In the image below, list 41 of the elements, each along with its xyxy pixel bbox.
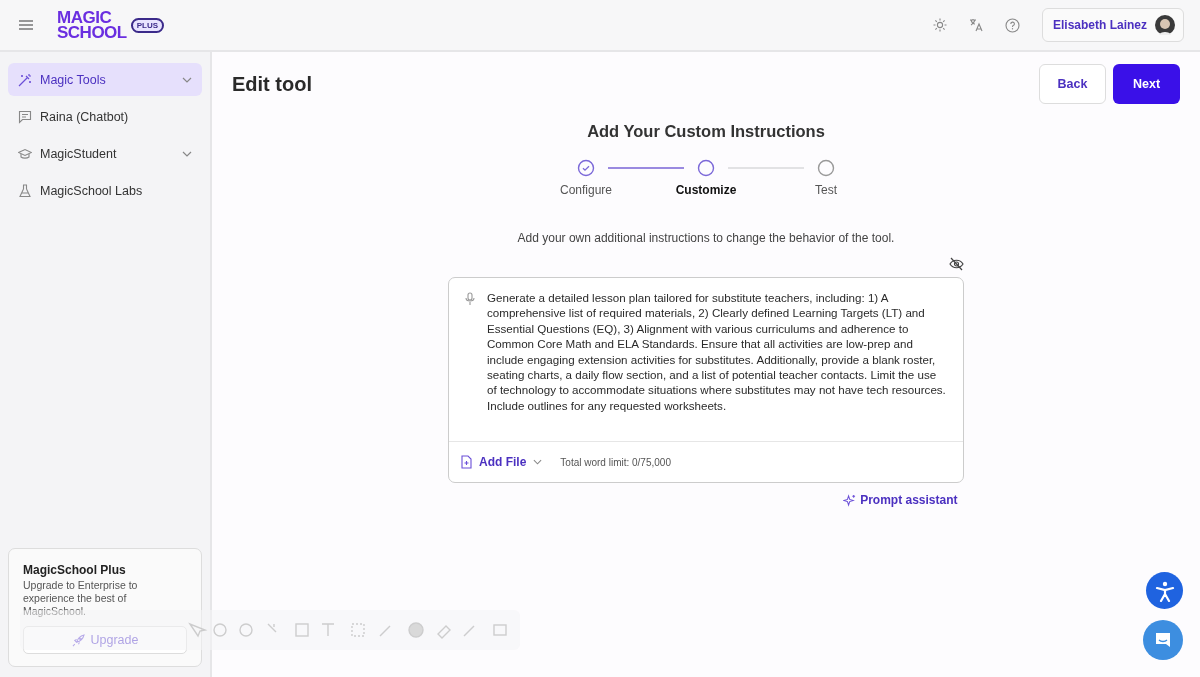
avatar-icon — [1155, 15, 1175, 35]
graduation-cap-icon — [18, 146, 32, 161]
description-text: Add your own additional instructions to change the behavior of the tool. — [517, 231, 895, 245]
plus-badge: PLUS — [130, 17, 165, 33]
word-limit-text: Total word limit: 0/75,000 — [560, 456, 671, 468]
logo-text: SCHOOL — [57, 25, 127, 40]
menu-icon[interactable] — [19, 20, 33, 30]
accessibility-button[interactable] — [1146, 572, 1183, 609]
sparkle-icon — [843, 493, 857, 507]
chat-button[interactable] — [1143, 620, 1183, 660]
accessibility-icon — [1153, 579, 1176, 602]
step-label: Customize — [675, 183, 737, 197]
step-label: Test — [815, 183, 837, 197]
rocket-icon — [71, 633, 85, 647]
step-label: Configure — [560, 183, 612, 197]
next-button[interactable]: Next — [1113, 64, 1180, 104]
logo-text: MAGIC — [57, 10, 112, 25]
wand-icon — [18, 72, 32, 87]
promo-text: Upgrade to Enterprise to experience the best of MagicSchool. — [23, 579, 139, 618]
prompt-assistant-link[interactable]: Prompt assistant — [837, 493, 964, 507]
sidebar-item[interactable]: Raina (Chatbot) — [8, 100, 202, 133]
section-heading: Add Your Custom Instructions — [587, 122, 825, 141]
sidebar-item[interactable]: Magic Tools — [8, 63, 202, 96]
microphone-icon[interactable] — [465, 292, 475, 306]
chevron-down-icon — [533, 459, 543, 465]
help-icon[interactable] — [1004, 17, 1020, 33]
sidebar-item[interactable]: MagicSchool Labs — [8, 174, 202, 207]
file-plus-icon — [461, 455, 472, 469]
chat-icon — [18, 109, 32, 124]
page-title: Edit tool — [232, 72, 312, 96]
sun-icon[interactable] — [932, 18, 947, 32]
sidebar-item[interactable]: MagicStudent — [8, 137, 202, 170]
instructions-field[interactable]: Generate a detailed lesson plan tailored for substitute teachers, including: 1) A comprehensive list of required materials, 2) Clearly defined Learning Targets (LT) and Essential Questions (EQ), 3) Alignment with various curriculums and adherence to Common Core Math and ELA Standards. Ensure that all activities are low-prep and include engaging extension activities for substitutes. Additionally, provide a blank roster, seating charts, a daily flow section, and a list of potential teacher contacts. Limit the use of technology to accommodate situations where substitutes may not have tech resources. Include outlines for any requested worksheets. Add File Total word limit: 0/75,000 — [448, 277, 964, 483]
promo-title: MagicSchool Plus — [23, 563, 127, 577]
chat-bubble-icon — [1154, 631, 1172, 649]
flask-icon — [18, 183, 32, 198]
translate-icon[interactable] — [968, 18, 983, 32]
back-button[interactable]: Back — [1039, 64, 1106, 104]
user-button[interactable]: Elisabeth Lainez — [1041, 8, 1184, 42]
add-file-button[interactable]: Add File — [461, 455, 543, 469]
eye-off-icon[interactable] — [948, 257, 964, 271]
